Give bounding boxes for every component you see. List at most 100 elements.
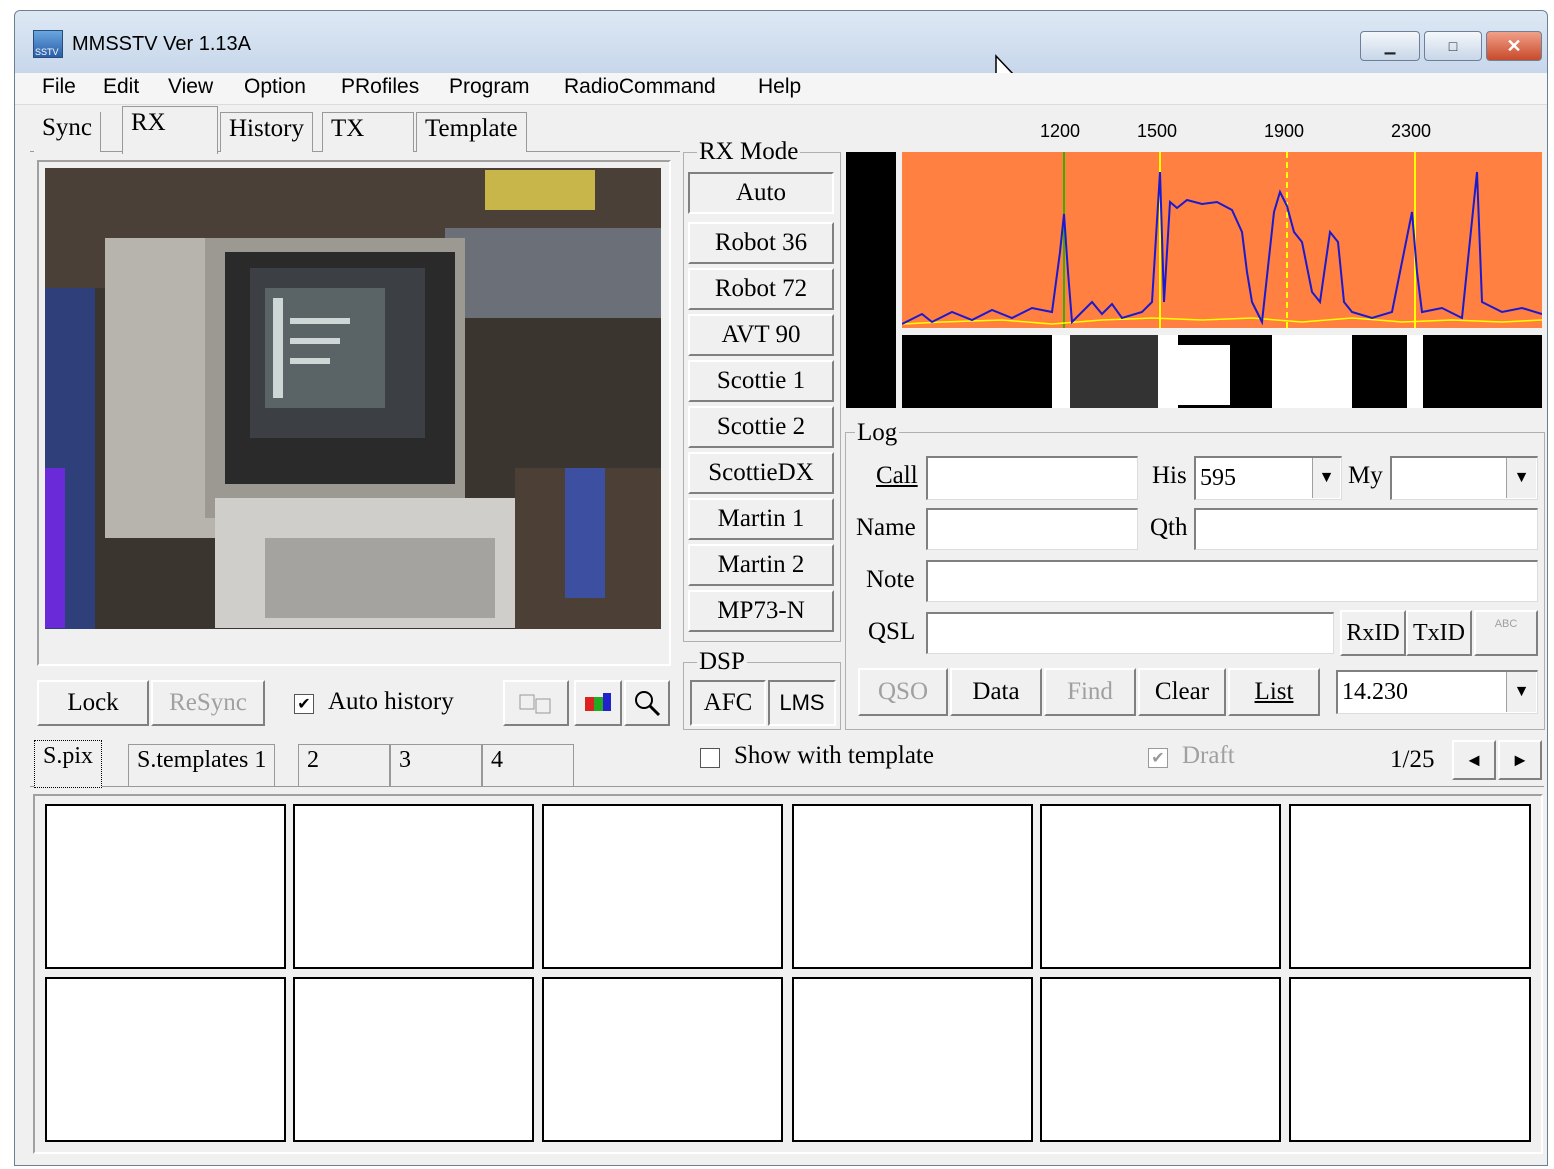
list-button[interactable]: List bbox=[1228, 668, 1320, 716]
color-bars-icon bbox=[585, 693, 611, 711]
minimize-icon: ▁ bbox=[1384, 37, 1396, 54]
qsl-label: QSL bbox=[868, 618, 916, 645]
mode-scottiedx-button[interactable]: ScottieDX bbox=[688, 452, 834, 494]
mode-scottie2-button[interactable]: Scottie 2 bbox=[688, 406, 834, 448]
my-label: My bbox=[1348, 462, 1383, 489]
menu-edit[interactable]: Edit bbox=[103, 75, 139, 99]
his-label: His bbox=[1152, 462, 1187, 489]
menu-file[interactable]: File bbox=[42, 75, 76, 99]
mode-robot36-button[interactable]: Robot 36 bbox=[688, 222, 834, 264]
thumbnail-slot[interactable] bbox=[1040, 804, 1281, 969]
tab-template[interactable]: Template bbox=[416, 112, 527, 152]
thumbnail-slot[interactable] bbox=[1289, 804, 1531, 969]
menu-view[interactable]: View bbox=[168, 75, 213, 99]
tab-4[interactable]: 4 bbox=[482, 744, 574, 786]
qso-button[interactable]: QSO bbox=[858, 668, 948, 716]
tab-2[interactable]: 2 bbox=[298, 744, 390, 786]
data-button[interactable]: Data bbox=[950, 668, 1042, 716]
tab-sync[interactable]: Sync bbox=[34, 112, 101, 152]
thumbnail-slot[interactable] bbox=[542, 977, 783, 1142]
menu-profiles[interactable]: PRofiles bbox=[341, 75, 419, 99]
minimize-button[interactable]: ▁ bbox=[1360, 31, 1420, 61]
spectrum-display[interactable] bbox=[902, 152, 1542, 328]
close-icon: ✕ bbox=[1506, 35, 1522, 56]
lock-button[interactable]: Lock bbox=[37, 680, 149, 726]
abc-button[interactable]: ABC bbox=[1474, 610, 1538, 656]
frequency-dropdown-button[interactable]: ▼ bbox=[1506, 672, 1536, 712]
zoom-button[interactable] bbox=[624, 680, 670, 726]
tab-s-templates-1[interactable]: S.templates 1 bbox=[128, 744, 276, 786]
draft-check-icon: ✔ bbox=[1151, 750, 1165, 767]
chevron-down-icon: ▼ bbox=[1318, 469, 1335, 486]
tab-history[interactable]: History bbox=[220, 112, 313, 152]
menu-option[interactable]: Option bbox=[244, 75, 306, 99]
mode-mp73n-button[interactable]: MP73-N bbox=[688, 590, 834, 632]
mode-auto-button[interactable]: Auto bbox=[688, 172, 834, 214]
call-field[interactable] bbox=[926, 456, 1138, 500]
tab-tx[interactable]: TX bbox=[322, 112, 414, 152]
thumbnail-slot[interactable] bbox=[792, 804, 1033, 969]
clear-button[interactable]: Clear bbox=[1138, 668, 1226, 716]
rx-mode-label: RX Mode bbox=[697, 138, 801, 166]
tab-s-pix[interactable]: S.pix bbox=[34, 740, 103, 788]
thumbnail-slot[interactable] bbox=[293, 804, 534, 969]
thumbnail-slot[interactable] bbox=[542, 804, 783, 969]
maximize-button[interactable]: □ bbox=[1424, 31, 1482, 61]
afc-button[interactable]: AFC bbox=[690, 680, 766, 726]
mode-avt90-button[interactable]: AVT 90 bbox=[688, 314, 834, 356]
arrow-left-icon: ◄ bbox=[1465, 749, 1483, 770]
chevron-down-icon: ▼ bbox=[1513, 469, 1530, 486]
show-with-template-checkbox[interactable] bbox=[700, 748, 720, 768]
chevron-down-icon: ▼ bbox=[1513, 683, 1530, 700]
his-rst-value: 595 bbox=[1200, 465, 1236, 491]
next-page-button[interactable]: ► bbox=[1498, 740, 1542, 780]
tab-3[interactable]: 3 bbox=[390, 744, 482, 786]
thumbnail-slot[interactable] bbox=[1040, 977, 1281, 1142]
his-dropdown-button[interactable]: ▼ bbox=[1312, 458, 1340, 498]
mode-scottie1-button[interactable]: Scottie 1 bbox=[688, 360, 834, 402]
auto-history-checkbox[interactable]: ✔ bbox=[294, 694, 314, 714]
waterfall-display[interactable] bbox=[902, 335, 1542, 408]
rxid-button[interactable]: RxID bbox=[1340, 610, 1406, 656]
resync-button[interactable]: ReSync bbox=[151, 680, 265, 726]
freq-label-1200: 1200 bbox=[1040, 121, 1081, 141]
prev-page-button[interactable]: ◄ bbox=[1452, 740, 1496, 780]
menu-help[interactable]: Help bbox=[758, 75, 801, 99]
thumbnail-slot[interactable] bbox=[792, 977, 1033, 1142]
note-label: Note bbox=[866, 566, 915, 593]
dsp-label: DSP bbox=[697, 648, 747, 676]
mode-robot72-button[interactable]: Robot 72 bbox=[688, 268, 834, 310]
note-field[interactable] bbox=[926, 560, 1538, 602]
copy-to-history-button[interactable] bbox=[503, 680, 569, 726]
thumbnail-slot[interactable] bbox=[45, 977, 286, 1142]
auto-history-check-icon: ✔ bbox=[297, 696, 311, 713]
arrow-right-icon: ► bbox=[1511, 749, 1529, 770]
mode-martin1-button[interactable]: Martin 1 bbox=[688, 498, 834, 540]
show-with-template-label: Show with template bbox=[734, 742, 934, 769]
level-meter bbox=[846, 152, 896, 408]
lms-button[interactable]: LMS bbox=[768, 680, 836, 726]
my-dropdown-button[interactable]: ▼ bbox=[1506, 458, 1536, 498]
thumbnail-slot[interactable] bbox=[1289, 977, 1531, 1142]
tab-rx[interactable]: RX bbox=[122, 106, 218, 154]
auto-history-label: Auto history bbox=[328, 688, 454, 715]
menu-radiocommand[interactable]: RadioCommand bbox=[564, 75, 716, 99]
qth-field[interactable] bbox=[1194, 508, 1538, 550]
close-button[interactable]: ✕ bbox=[1486, 31, 1542, 61]
name-field[interactable] bbox=[926, 508, 1138, 550]
app-icon-text: SSTV bbox=[35, 47, 59, 57]
draft-checkbox[interactable]: ✔ bbox=[1148, 748, 1168, 768]
copy-icon bbox=[519, 694, 551, 714]
freq-label-1900: 1900 bbox=[1264, 121, 1305, 141]
thumbnail-slot[interactable] bbox=[293, 977, 534, 1142]
color-picture-button[interactable] bbox=[574, 680, 622, 726]
bottom-tab-strip-line bbox=[30, 786, 1544, 787]
mode-martin2-button[interactable]: Martin 2 bbox=[688, 544, 834, 586]
page-indicator: 1/25 bbox=[1390, 746, 1435, 773]
find-button[interactable]: Find bbox=[1044, 668, 1136, 716]
qsl-field[interactable] bbox=[926, 612, 1334, 654]
menu-program[interactable]: Program bbox=[449, 75, 530, 99]
txid-button[interactable]: TxID bbox=[1406, 610, 1472, 656]
thumbnail-slot[interactable] bbox=[45, 804, 286, 969]
freq-label-2300: 2300 bbox=[1391, 121, 1432, 141]
